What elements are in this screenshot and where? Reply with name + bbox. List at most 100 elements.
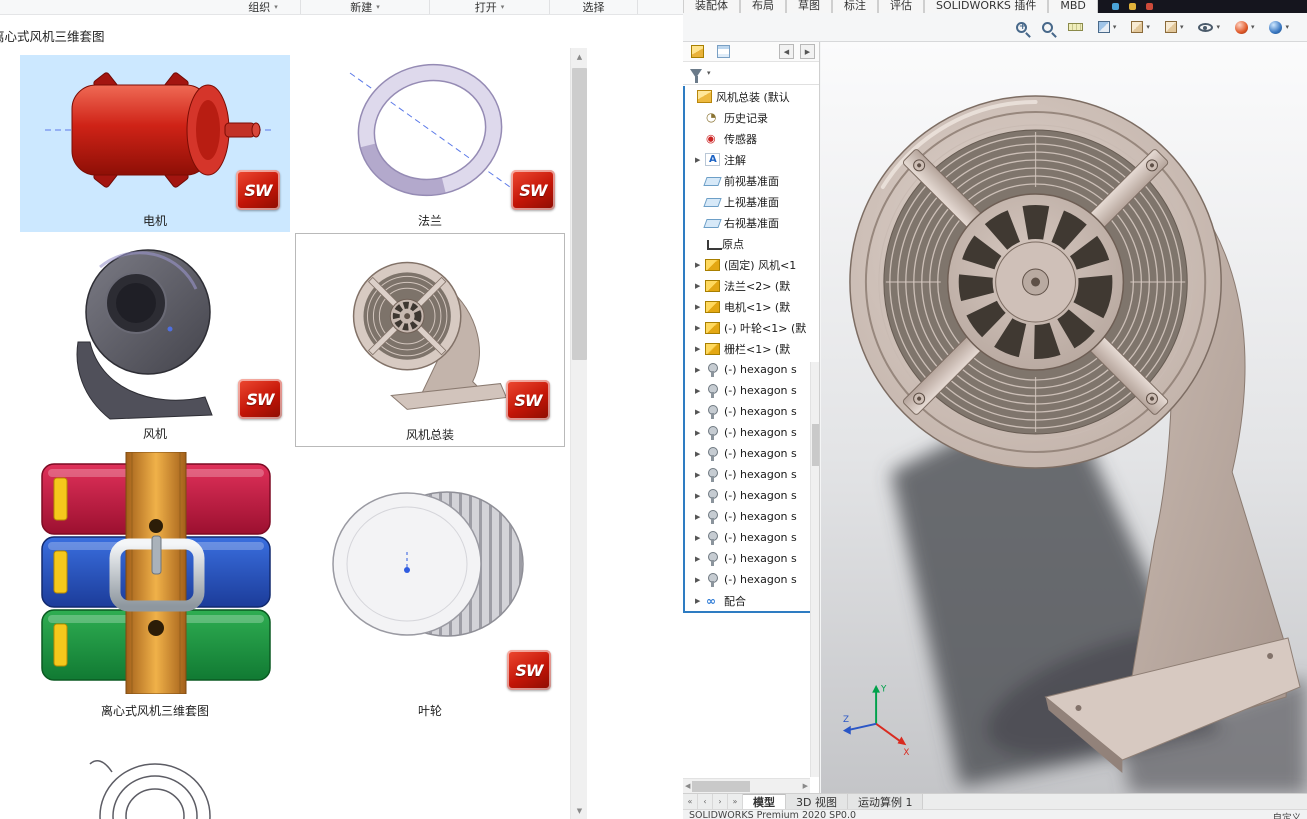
organize-button[interactable]: 组织 ▾ — [226, 0, 300, 14]
tree-item[interactable]: ▶ 上视基准面 — [685, 191, 810, 212]
measure-button[interactable] — [1067, 23, 1083, 31]
tree-item[interactable]: ▶ (-) hexagon s — [685, 485, 810, 506]
hide-show-items-button[interactable]: ▾ — [1198, 22, 1220, 32]
featuremanager-tab[interactable] — [687, 43, 707, 61]
apply-scene-button[interactable]: ▾ — [1269, 20, 1289, 34]
viewport[interactable]: Y X Z — [821, 42, 1307, 793]
titlebar-icon[interactable] — [1128, 3, 1136, 10]
scrollbar-thumb[interactable] — [572, 68, 587, 360]
tree-item-icon — [705, 362, 720, 377]
section-view-button[interactable]: ▾ — [1097, 21, 1116, 33]
file-tile-impeller[interactable]: SW 叶轮 — [295, 452, 565, 722]
file-tile-fan[interactable]: SW 风机 — [20, 237, 290, 445]
scroll-left-icon[interactable]: ◀ — [685, 782, 690, 790]
ribbon-tab[interactable]: 装配体 — [683, 0, 740, 13]
tab-3d-views[interactable]: 3D 视图 — [786, 794, 848, 809]
ribbon-tab[interactable]: 评估 — [878, 0, 924, 13]
open-button[interactable]: 打开 ▾ — [430, 0, 549, 14]
tree-item[interactable]: ▶ (-) hexagon s — [685, 401, 810, 422]
titlebar-icon[interactable] — [1111, 3, 1119, 10]
scroll-up-icon[interactable]: ▲ — [571, 48, 588, 65]
tree-item[interactable]: ▶ (-) hexagon s — [685, 422, 810, 443]
tree-item[interactable]: ▶ (-) hexagon s — [685, 359, 810, 380]
tree-item[interactable]: ▶ 传感器 — [685, 128, 810, 149]
scroll-right-icon[interactable]: ▶ — [803, 782, 808, 790]
expand-arrow-icon[interactable]: ▶ — [695, 597, 705, 605]
tab-last-button[interactable]: » — [728, 794, 743, 809]
tree-item[interactable]: ▶ 栅栏<1> (默 — [685, 338, 810, 359]
tab-first-button[interactable]: « — [683, 794, 698, 809]
scrollbar-thumb[interactable] — [812, 424, 819, 466]
tree-item[interactable]: ▶ (-) hexagon s — [685, 443, 810, 464]
tree-horizontal-scrollbar[interactable]: ◀ ▶ — [683, 778, 810, 793]
panel-forward-button[interactable]: ▶ — [800, 44, 815, 59]
tree-item[interactable]: ▶ (-) hexagon s — [685, 380, 810, 401]
expand-arrow-icon[interactable]: ▶ — [695, 534, 705, 542]
zoom-in-button[interactable] — [1015, 21, 1027, 33]
ribbon-tab[interactable]: 草图 — [786, 0, 832, 13]
scroll-down-icon[interactable]: ▼ — [571, 802, 588, 819]
expand-arrow-icon[interactable]: ▶ — [695, 429, 705, 437]
tab-model[interactable]: 模型 — [743, 794, 786, 809]
ribbon-tab[interactable]: SOLIDWORKS 插件 — [924, 0, 1049, 13]
expand-arrow-icon[interactable]: ▶ — [695, 303, 705, 311]
tree-item[interactable]: ▶ 风机总装 (默认 — [685, 86, 810, 107]
tree-item[interactable]: ▶ 法兰<2> (默 — [685, 275, 810, 296]
tree-item[interactable]: ▶ 原点 — [685, 233, 810, 254]
expand-arrow-icon[interactable]: ▶ — [695, 555, 705, 563]
ribbon-tab[interactable]: 布局 — [740, 0, 786, 13]
tree-item[interactable]: ▶ 注解 — [685, 149, 810, 170]
titlebar-dark-area — [1097, 0, 1307, 13]
tree-item[interactable]: ▶ (-) hexagon s — [685, 464, 810, 485]
ribbon-tab[interactable]: MBD — [1048, 0, 1098, 13]
tree-item[interactable]: ▶ 历史记录 — [685, 107, 810, 128]
expand-arrow-icon[interactable]: ▶ — [695, 408, 705, 416]
tree-item[interactable]: ▶ (-) hexagon s — [685, 548, 810, 569]
file-tile-partial[interactable] — [20, 752, 290, 819]
tree-item[interactable]: ▶ (-) 叶轮<1> (默 — [685, 317, 810, 338]
expand-arrow-icon[interactable]: ▶ — [695, 513, 705, 521]
expand-arrow-icon[interactable]: ▶ — [695, 282, 705, 290]
expand-arrow-icon[interactable]: ▶ — [695, 450, 705, 458]
file-tile-archive[interactable]: 离心式风机三维套图 — [20, 452, 290, 722]
explorer-scrollbar[interactable]: ▲ ▼ — [570, 48, 587, 819]
expand-arrow-icon[interactable]: ▶ — [695, 345, 705, 353]
zoom-fit-button[interactable] — [1041, 21, 1053, 33]
expand-arrow-icon[interactable]: ▶ — [695, 576, 705, 584]
tree-item[interactable]: ▶ (-) hexagon s — [685, 506, 810, 527]
tree-item[interactable]: ▶ 右视基准面 — [685, 212, 810, 233]
edit-appearance-button[interactable]: ▾ — [1234, 20, 1254, 34]
panel-back-button[interactable]: ◀ — [779, 44, 794, 59]
expand-arrow-icon[interactable]: ▶ — [695, 387, 705, 395]
filter-bar[interactable]: ▾ — [683, 62, 819, 85]
expand-arrow-icon[interactable]: ▶ — [695, 366, 705, 374]
tree-item[interactable]: ▶ (-) hexagon s — [685, 527, 810, 548]
display-style-button[interactable]: ▾ — [1164, 21, 1183, 33]
file-tile-flange[interactable]: SW 法兰 — [295, 55, 565, 232]
tree-item[interactable]: ▶ 电机<1> (默 — [685, 296, 810, 317]
ribbon-tab[interactable]: 标注 — [832, 0, 878, 13]
view-orientation-button[interactable]: ▾ — [1131, 21, 1150, 33]
expand-arrow-icon[interactable]: ▶ — [695, 324, 705, 332]
titlebar-icon[interactable] — [1145, 3, 1153, 10]
solidworks-file-badge: SW — [236, 170, 280, 210]
new-button[interactable]: 新建 ▾ — [301, 0, 429, 14]
select-button[interactable]: 选择 — [550, 0, 637, 14]
file-tile-fan-assembly[interactable]: SW 风机总装 — [295, 233, 565, 447]
file-tile-motor[interactable]: SW 电机 — [20, 55, 290, 232]
tab-motion-study[interactable]: 运动算例 1 — [847, 794, 924, 809]
tree-vertical-scrollbar[interactable] — [810, 362, 819, 777]
expand-arrow-icon[interactable]: ▶ — [695, 261, 705, 269]
status-right-text[interactable]: 自定义 — [1272, 810, 1301, 819]
scrollbar-thumb[interactable] — [692, 780, 751, 792]
expand-arrow-icon[interactable]: ▶ — [695, 156, 705, 164]
tab-next-button[interactable]: › — [713, 794, 728, 809]
tree-item[interactable]: ▶ 前视基准面 — [685, 170, 810, 191]
tree-item[interactable]: ▶ 配合 — [685, 590, 810, 611]
tree-item[interactable]: ▶ (固定) 风机<1 — [685, 254, 810, 275]
expand-arrow-icon[interactable]: ▶ — [695, 492, 705, 500]
tab-prev-button[interactable]: ‹ — [698, 794, 713, 809]
tree-item[interactable]: ▶ (-) hexagon s — [685, 569, 810, 590]
expand-arrow-icon[interactable]: ▶ — [695, 471, 705, 479]
propertymanager-tab[interactable] — [713, 43, 733, 61]
